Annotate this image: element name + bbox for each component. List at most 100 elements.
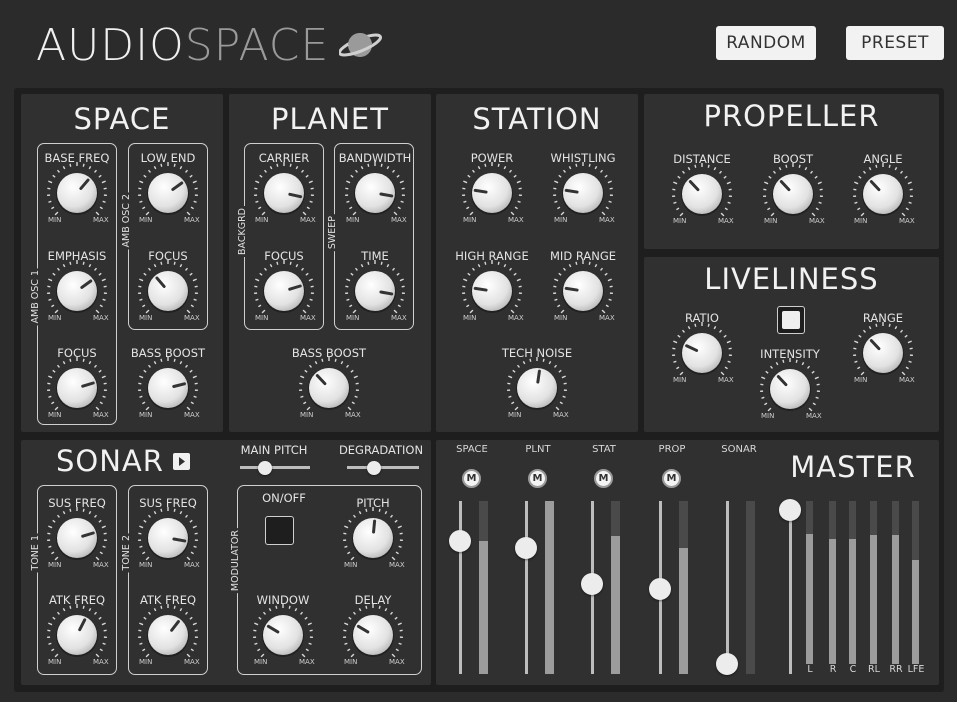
knob-tick	[160, 163, 163, 167]
knob-tick	[529, 358, 532, 362]
knob-face[interactable]	[57, 271, 97, 311]
knob-tick	[294, 607, 298, 612]
knob-face[interactable]	[355, 173, 395, 213]
knob-face[interactable]	[148, 368, 188, 408]
knob-tick	[153, 607, 157, 612]
knob-tick	[301, 267, 305, 271]
knob-tick	[676, 207, 680, 211]
knob-face[interactable]	[309, 368, 349, 408]
play-icon[interactable]	[173, 453, 190, 470]
knob-face[interactable]	[563, 173, 603, 213]
main-pitch-slider-thumb[interactable]	[257, 461, 272, 475]
degradation-slider-thumb[interactable]	[366, 461, 381, 475]
knob-face[interactable]	[773, 174, 813, 214]
master-fader-track[interactable]	[789, 501, 792, 674]
knob-tick	[340, 360, 344, 365]
knob-tick	[288, 605, 291, 609]
knob-tick	[727, 360, 731, 363]
degradation-slider-track[interactable]	[347, 466, 419, 469]
onoff-toggle[interactable]	[265, 516, 294, 545]
knob-face[interactable]	[472, 173, 512, 213]
knob-face[interactable]	[148, 518, 188, 558]
knob-tick	[308, 364, 312, 368]
knob-tick	[344, 525, 349, 529]
knob-tick	[860, 212, 865, 217]
knob-tick	[719, 329, 723, 333]
knob-face[interactable]	[57, 518, 97, 558]
knob-face[interactable]	[472, 271, 512, 311]
knob-face[interactable]	[264, 271, 304, 311]
knob-face[interactable]	[148, 615, 188, 655]
knob-face[interactable]	[353, 615, 393, 655]
knob-tick	[857, 366, 861, 370]
knob-face[interactable]	[57, 173, 97, 213]
channel-meter-3	[679, 501, 688, 674]
knob-tick	[51, 648, 55, 652]
knob-tick	[782, 359, 785, 363]
knob-tick	[255, 278, 260, 282]
knob-face[interactable]	[682, 333, 722, 373]
channel-fader-thumb-1[interactable]	[515, 536, 537, 559]
mute-button-1[interactable]: M	[528, 469, 547, 488]
master-meter-label-0: L	[807, 664, 813, 675]
knob-tick	[263, 169, 267, 173]
channel-fader-thumb-2[interactable]	[581, 573, 603, 596]
knob-tick	[497, 163, 500, 167]
knob-tick	[801, 361, 805, 366]
space-title: SPACE	[73, 102, 171, 136]
channel-fader-thumb-0[interactable]	[449, 529, 471, 552]
knob-tick	[673, 181, 678, 185]
knob-tick	[367, 163, 370, 167]
knob-face[interactable]	[863, 333, 903, 373]
main-pitch-label: MAIN PITCH	[240, 443, 308, 457]
knob-tick	[99, 206, 103, 210]
random-button[interactable]: RANDOM	[716, 26, 816, 60]
mute-button-3[interactable]: M	[662, 469, 681, 488]
knob-face[interactable]	[682, 174, 722, 214]
knob-face[interactable]	[863, 174, 903, 214]
knob-face[interactable]	[770, 369, 810, 409]
station-high-range-min-label: MIN	[463, 314, 477, 322]
knob-tick	[687, 166, 691, 171]
planet-bass-boost-max-label: MAX	[345, 411, 361, 419]
knob-tick	[139, 525, 144, 529]
knob-tick	[48, 180, 53, 184]
knob-tick	[862, 329, 866, 333]
knob-tick	[185, 169, 189, 173]
knob-tick	[396, 174, 400, 178]
knob-face[interactable]	[148, 173, 188, 213]
knob-tick	[514, 406, 519, 411]
knob-face[interactable]	[563, 271, 603, 311]
channel-fader-track-0[interactable]	[459, 501, 462, 674]
mute-button-2[interactable]: M	[594, 469, 613, 488]
knob-tick	[677, 334, 681, 338]
knob-tick	[143, 616, 147, 620]
master-fader-thumb[interactable]	[779, 498, 801, 521]
knob-tick	[767, 407, 772, 412]
channel-fader-track-4[interactable]	[726, 501, 729, 674]
knob-face[interactable]	[57, 615, 97, 655]
knob-face[interactable]	[517, 368, 557, 408]
main-pitch-slider-track[interactable]	[240, 466, 310, 469]
channel-fader-thumb-4[interactable]	[716, 652, 738, 675]
knob-tick	[54, 653, 59, 658]
knob-tick	[554, 278, 559, 282]
knob-tick	[713, 166, 717, 171]
station-power-max-label: MAX	[508, 216, 524, 224]
knob-face[interactable]	[355, 271, 395, 311]
knob-tick	[484, 261, 487, 265]
knob-face[interactable]	[148, 271, 188, 311]
liveliness-toggle[interactable]	[777, 306, 805, 334]
mute-button-0[interactable]: M	[462, 469, 481, 488]
knob-face[interactable]	[263, 615, 303, 655]
preset-button[interactable]: PRESET	[846, 26, 944, 60]
knob-tick	[555, 406, 560, 411]
knob-tick	[673, 340, 678, 344]
knob-tick	[52, 174, 56, 178]
knob-tick	[94, 267, 98, 271]
knob-tick	[367, 261, 370, 265]
knob-face[interactable]	[264, 173, 304, 213]
knob-face[interactable]	[57, 368, 97, 408]
channel-meter-fill-0	[479, 540, 488, 674]
channel-fader-track-1[interactable]	[525, 501, 528, 674]
